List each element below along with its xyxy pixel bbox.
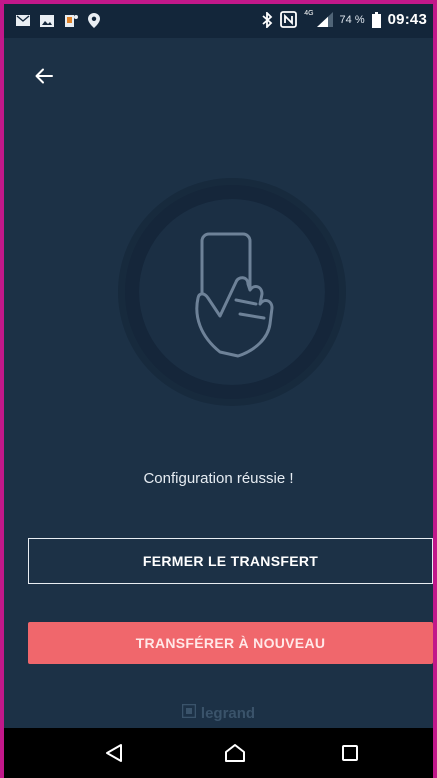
back-button[interactable] [28,62,60,94]
image-icon [40,14,54,27]
phone-in-hand-icon [118,178,346,406]
location-icon [88,13,100,28]
status-system: 4G 74 % 09:43 [262,10,427,28]
bluetooth-icon [262,11,273,28]
close-transfer-button[interactable]: FERMER LE TRANSFERT [28,538,433,584]
battery-percent: 74 % [339,13,365,26]
legrand-logo-icon [181,703,197,722]
navigation-bar [4,728,433,778]
mail-icon [16,15,30,26]
nav-back-button[interactable] [98,740,130,770]
back-triangle-icon [105,743,123,768]
success-message: Configuration réussie ! [143,470,294,487]
battery-icon [371,11,381,28]
nav-home-button[interactable] [219,740,251,770]
status-notifications [16,13,100,28]
clock: 09:43 [387,11,427,28]
arrow-left-icon [35,68,53,89]
status-bar: 4G 74 % 09:43 [4,4,433,38]
app-notification-icon [64,14,78,28]
network-type-label: 4G [304,10,314,17]
app-screen: 4G 74 % 09:43 Configuration réussie ! FE… [0,0,437,778]
nfc-icon [280,11,298,28]
brand-logo: legrand [4,703,433,722]
recents-icon [341,744,359,767]
brand-name: legrand [200,704,256,722]
transfer-again-button[interactable]: TRANSFÉRER À NOUVEAU [28,622,433,664]
nav-recents-button[interactable] [334,740,366,770]
signal-icon [316,12,333,27]
home-icon [224,743,246,768]
success-illustration [116,176,348,408]
